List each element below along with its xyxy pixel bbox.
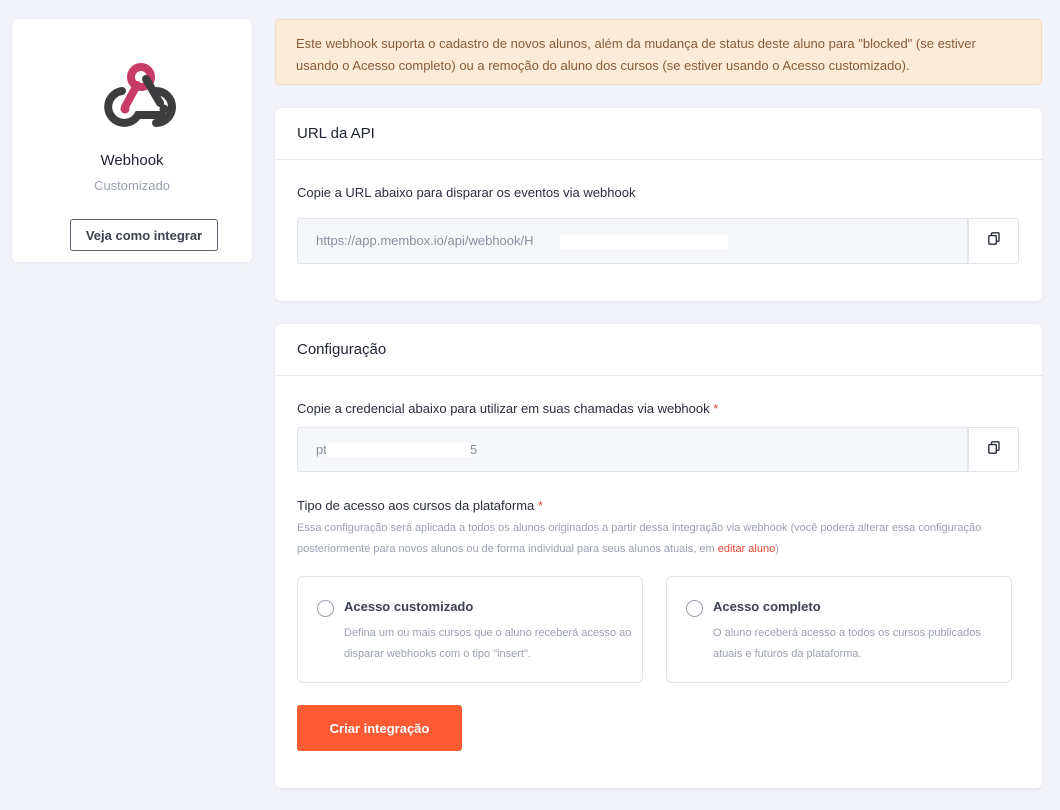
copy-url-button[interactable]	[968, 218, 1019, 264]
option-custom-access[interactable]: Acesso customizado Defina um ou mais cur…	[297, 576, 643, 683]
copy-icon	[987, 440, 1000, 459]
credential-input[interactable]: pt 5	[297, 427, 968, 472]
api-url-label: Copie a URL abaixo para disparar os even…	[297, 185, 636, 200]
integration-name: Webhook	[100, 152, 164, 169]
api-url-title: URL da API	[275, 108, 1042, 160]
redaction-mask	[326, 443, 471, 457]
copy-credential-button[interactable]	[968, 427, 1019, 472]
integration-page: Webhook Customizado Veja como integrar E…	[0, 0, 1060, 810]
option-title: Acesso completo	[713, 599, 821, 614]
access-type-label: Tipo de acesso aos cursos da plataforma …	[297, 498, 543, 513]
api-url-group: https://app.membox.io/api/webhook/H	[297, 218, 1019, 264]
option-description: Defina um ou mais cursos que o aluno rec…	[344, 627, 632, 660]
credential-tail: 5	[470, 442, 478, 457]
option-title: Acesso customizado	[344, 599, 474, 614]
credential-label: Copie a credencial abaixo para utilizar …	[297, 401, 719, 416]
redaction-mask	[560, 235, 728, 249]
option-description: O aluno receberá acesso a todos os curso…	[713, 627, 981, 660]
radio-custom-access[interactable]	[317, 600, 334, 617]
api-url-input[interactable]: https://app.membox.io/api/webhook/H	[297, 218, 968, 264]
webhook-logo-icon	[104, 61, 184, 133]
integration-subtitle: Customizado	[94, 178, 170, 193]
api-url-card: URL da API Copie a URL abaixo para dispa…	[275, 108, 1042, 301]
radio-full-access[interactable]	[686, 600, 703, 617]
copy-icon	[987, 232, 1000, 250]
api-url-value: https://app.membox.io/api/webhook/H	[316, 233, 534, 248]
integration-card: Webhook Customizado Veja como integrar	[12, 19, 252, 262]
required-mark: *	[537, 498, 543, 513]
configuration-card: Configuração Copie a credencial abaixo p…	[275, 324, 1042, 788]
create-integration-button[interactable]: Criar integração	[297, 705, 462, 751]
how-to-integrate-button[interactable]: Veja como integrar	[70, 219, 218, 251]
required-mark: *	[713, 401, 719, 416]
option-full-access[interactable]: Acesso completo O aluno receberá acesso …	[666, 576, 1012, 683]
credential-group: pt 5	[297, 427, 1019, 472]
configuration-title: Configuração	[275, 324, 1042, 376]
info-notice: Este webhook suporta o cadastro de novos…	[275, 19, 1042, 85]
edit-student-link[interactable]: editar aluno	[718, 543, 776, 555]
access-type-help: Essa configuração será aplicada a todos …	[297, 522, 982, 555]
